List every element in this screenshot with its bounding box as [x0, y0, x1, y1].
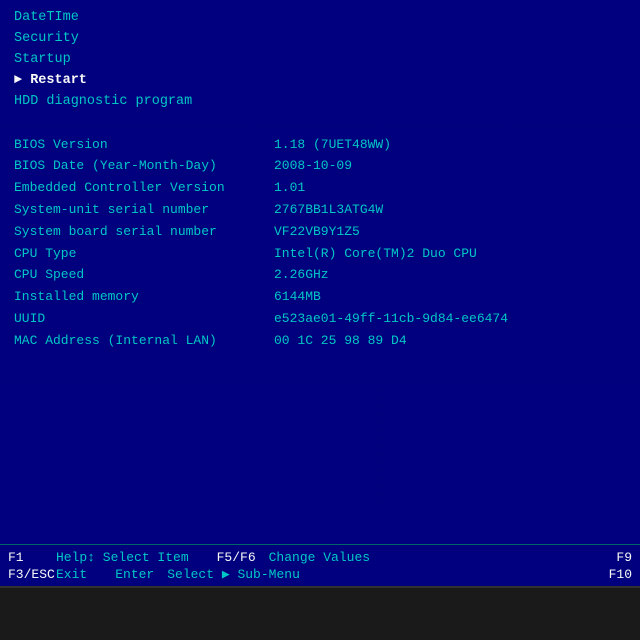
info-row-bios-date: BIOS Date (Year-Month-Day) 2008-10-09	[14, 156, 626, 177]
key-f3esc: F3/ESC	[8, 567, 56, 582]
key-f1: F1	[8, 550, 56, 565]
key-enter: Enter	[115, 567, 167, 582]
bottom-bezel	[0, 586, 640, 640]
divider	[14, 123, 626, 131]
desc-change: Change Values	[269, 550, 370, 565]
desc-exit: Exit	[56, 567, 87, 582]
info-row-bios-version: BIOS Version 1.18 (7UET48WW)	[14, 135, 626, 156]
info-table: BIOS Version 1.18 (7UET48WW) BIOS Date (…	[14, 135, 626, 352]
key-f10: F10	[609, 567, 632, 582]
info-row-ec-version: Embedded Controller Version 1.01	[14, 178, 626, 199]
bios-screen: DateTIme Security Startup ► Restart HDD …	[0, 0, 640, 640]
menu-item-restart[interactable]: ► Restart	[14, 71, 626, 92]
info-row-cpu-type: CPU Type Intel(R) Core(TM)2 Duo CPU	[14, 244, 626, 265]
menu-item-security[interactable]: Security	[14, 29, 626, 50]
status-row-2: F3/ESC Exit Enter Select ▶ Sub-Menu F10	[8, 567, 632, 582]
menu-item-startup[interactable]: Startup	[14, 50, 626, 71]
info-row-mac: MAC Address (Internal LAN) 00 1C 25 98 8…	[14, 331, 626, 352]
menu-section: DateTIme Security Startup ► Restart HDD …	[14, 8, 626, 113]
desc-select: Select ▶ Sub-Menu	[167, 567, 300, 582]
status-bar: F1 Help↕ Select Item F5/F6 Change Values…	[0, 544, 640, 586]
desc-help: Help↕ Select Item	[56, 550, 189, 565]
info-row-memory: Installed memory 6144MB	[14, 287, 626, 308]
info-row-system-serial: System-unit serial number 2767BB1L3ATG4W	[14, 200, 626, 221]
key-f5f6: F5/F6	[217, 550, 269, 565]
menu-item-hdd[interactable]: HDD diagnostic program	[14, 92, 626, 113]
main-content: DateTIme Security Startup ► Restart HDD …	[0, 0, 640, 544]
info-row-uuid: UUID e523ae01-49ff-11cb-9d84-ee6474	[14, 309, 626, 330]
menu-item-datetime[interactable]: DateTIme	[14, 8, 626, 29]
info-row-cpu-speed: CPU Speed 2.26GHz	[14, 265, 626, 286]
info-row-board-serial: System board serial number VF22VB9Y1Z5	[14, 222, 626, 243]
status-row-1: F1 Help↕ Select Item F5/F6 Change Values…	[8, 550, 632, 565]
key-f9: F9	[616, 550, 632, 565]
